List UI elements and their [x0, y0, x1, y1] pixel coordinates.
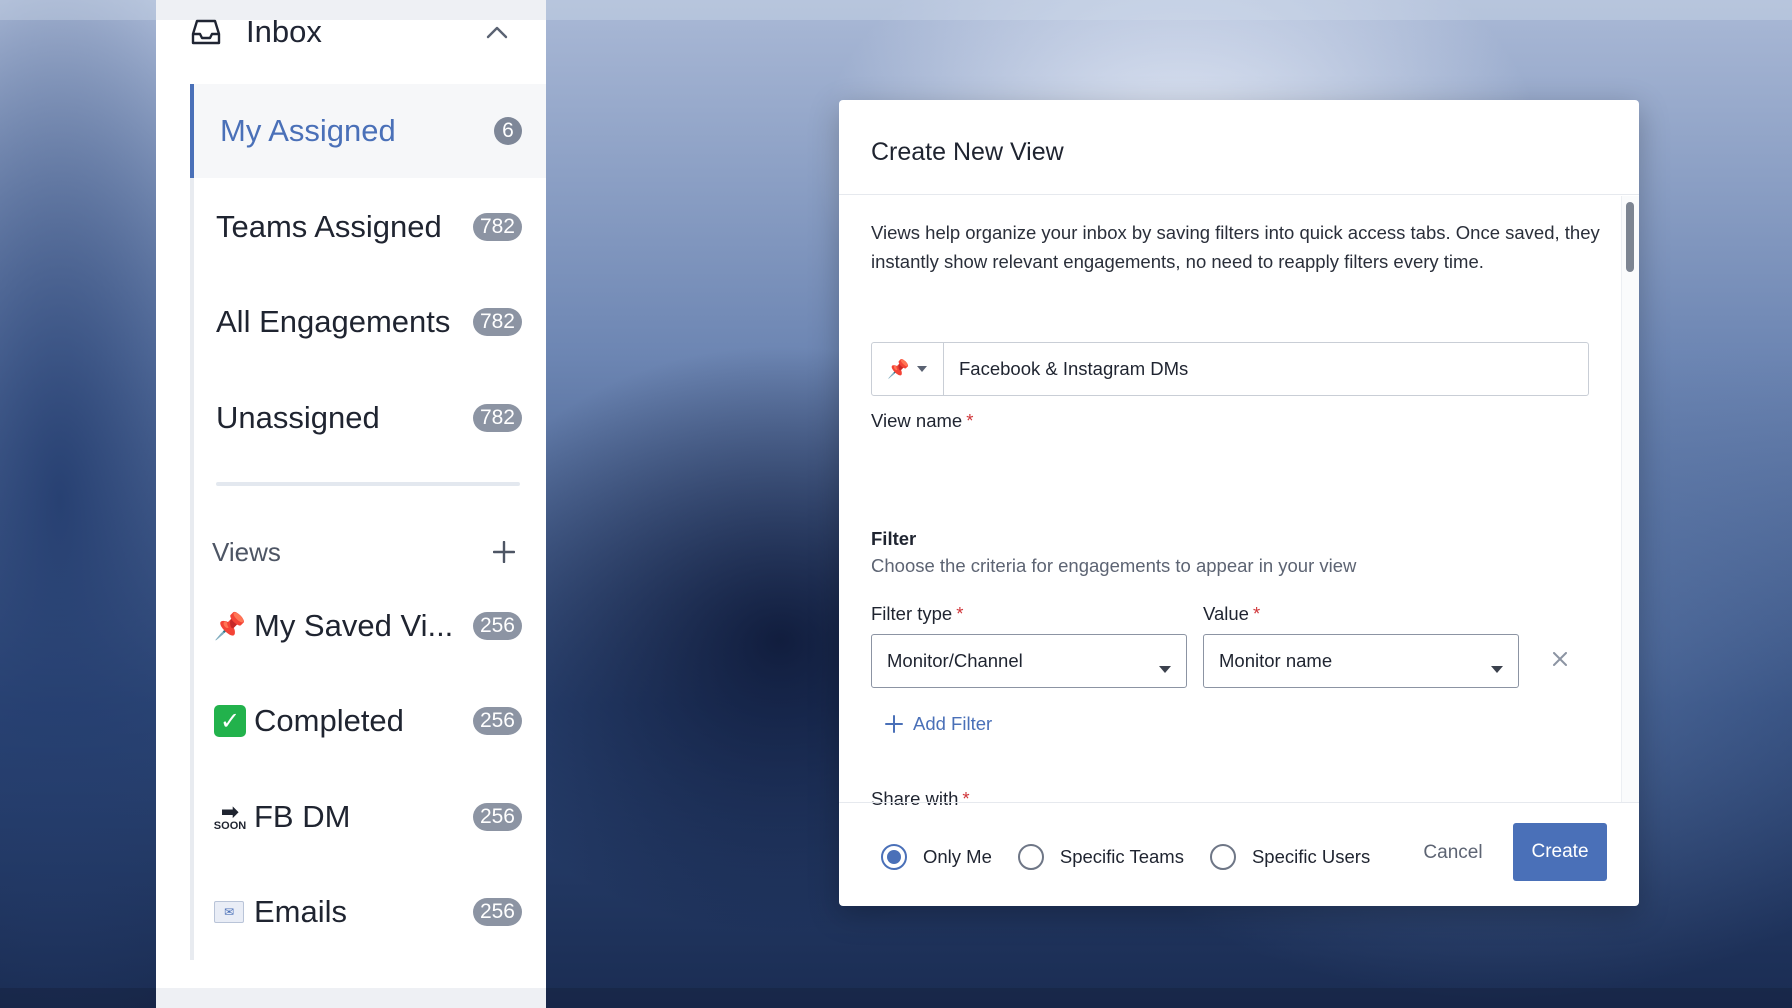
- value-label: Value *: [1203, 603, 1260, 625]
- soon-arrow-icon: ➡ SOON: [213, 798, 247, 833]
- sidebar: Inbox My Assigned 6 Teams Assigned 782 A…: [156, 0, 546, 1008]
- view-item-completed[interactable]: ✓ Completed 256: [190, 674, 546, 768]
- required-mark: *: [1252, 603, 1261, 624]
- view-name-label-text: View name: [871, 410, 963, 431]
- count-badge: 6: [494, 117, 522, 145]
- nav-item-label: All Engagements: [216, 304, 451, 339]
- view-item-emails[interactable]: ✉ Emails 256: [190, 865, 546, 959]
- value-select[interactable]: Monitor name: [1203, 634, 1519, 688]
- nav-item-unassigned[interactable]: Unassigned 782: [190, 371, 546, 465]
- add-filter-button[interactable]: Add Filter: [885, 710, 992, 738]
- view-item-label: Completed: [254, 703, 404, 738]
- count-badge: 782: [472, 213, 522, 241]
- count-badge: 256: [472, 803, 522, 831]
- soon-text: SOON: [213, 819, 247, 832]
- plus-icon: [885, 715, 903, 733]
- create-button[interactable]: Create: [1513, 823, 1607, 881]
- emoji-picker-button[interactable]: 📌: [872, 343, 944, 395]
- add-view-plus-icon[interactable]: [488, 536, 520, 568]
- view-item-my-saved-view[interactable]: 📌 My Saved Vi... 256: [190, 579, 546, 673]
- count-badge: 782: [472, 308, 522, 336]
- modal-body: Views help organize your inbox by saving…: [839, 196, 1639, 809]
- nav-item-my-assigned[interactable]: My Assigned 6: [190, 84, 546, 178]
- add-filter-label: Add Filter: [913, 713, 993, 734]
- view-item-label: Emails: [254, 894, 348, 929]
- caret-down-icon: [1158, 657, 1172, 679]
- filter-type-label: Filter type *: [871, 603, 963, 625]
- inbox-label: Inbox: [246, 14, 322, 49]
- required-mark: *: [956, 603, 964, 624]
- scrollbar-track[interactable]: [1621, 196, 1639, 802]
- chevron-up-icon[interactable]: [484, 19, 510, 45]
- value-select-value: Monitor name: [1219, 650, 1333, 671]
- remove-filter-close-icon[interactable]: [1549, 648, 1571, 670]
- caret-down-icon: [916, 360, 928, 378]
- nav-item-label: Unassigned: [216, 400, 380, 435]
- soon-arrow-glyph: ➡: [220, 798, 240, 824]
- cancel-button[interactable]: Cancel: [1409, 825, 1497, 881]
- nav-item-all-engagements[interactable]: All Engagements 782: [190, 275, 546, 369]
- pushpin-icon: 📌: [213, 610, 247, 641]
- sidebar-bottom-bar: [156, 988, 546, 1008]
- filter-type-value: Monitor/Channel: [887, 650, 1023, 671]
- newspaper-icon: ✉: [214, 901, 244, 923]
- views-label: Views: [212, 536, 281, 567]
- view-item-label: My Saved Vi...: [254, 608, 454, 643]
- view-name-label: View name *: [871, 410, 973, 432]
- filter-type-label-text: Filter type: [871, 603, 953, 624]
- check-mark-button-icon: ✓: [214, 705, 246, 737]
- filter-type-select[interactable]: Monitor/Channel: [871, 634, 1187, 688]
- view-item-fb-dm[interactable]: ➡ SOON FB DM 256: [190, 770, 546, 864]
- modal-footer: Cancel Create: [839, 802, 1639, 906]
- count-badge: 782: [472, 404, 522, 432]
- filter-section-title: Filter: [871, 528, 917, 549]
- nav-item-label: Teams Assigned: [216, 209, 442, 244]
- view-name-field: 📌: [871, 342, 1589, 396]
- modal-title: Create New View: [871, 138, 1064, 166]
- count-badge: 256: [472, 707, 522, 735]
- count-badge: 256: [472, 898, 522, 926]
- required-mark: *: [966, 410, 974, 431]
- inbox-section-header[interactable]: Inbox: [190, 10, 510, 54]
- nav-item-teams-assigned[interactable]: Teams Assigned 782: [190, 180, 546, 274]
- modal-header: Create New View: [839, 100, 1639, 195]
- value-label-text: Value: [1203, 603, 1249, 624]
- pushpin-icon: 📌: [887, 358, 910, 379]
- view-item-label: FB DM: [254, 799, 351, 834]
- caret-down-icon: [1490, 657, 1504, 679]
- sidebar-divider: [216, 482, 520, 486]
- filter-section-subtitle: Choose the criteria for engagements to a…: [871, 555, 1357, 576]
- scrollbar-thumb[interactable]: [1626, 202, 1634, 272]
- count-badge: 256: [472, 612, 522, 640]
- view-name-input[interactable]: [944, 343, 1588, 395]
- views-header: Views: [212, 532, 520, 572]
- modal-description: Views help organize your inbox by saving…: [871, 222, 1600, 272]
- create-view-modal: Create New View Views help organize your…: [839, 100, 1639, 906]
- nav-item-label: My Assigned: [220, 113, 396, 148]
- inbox-tray-icon: [190, 17, 222, 47]
